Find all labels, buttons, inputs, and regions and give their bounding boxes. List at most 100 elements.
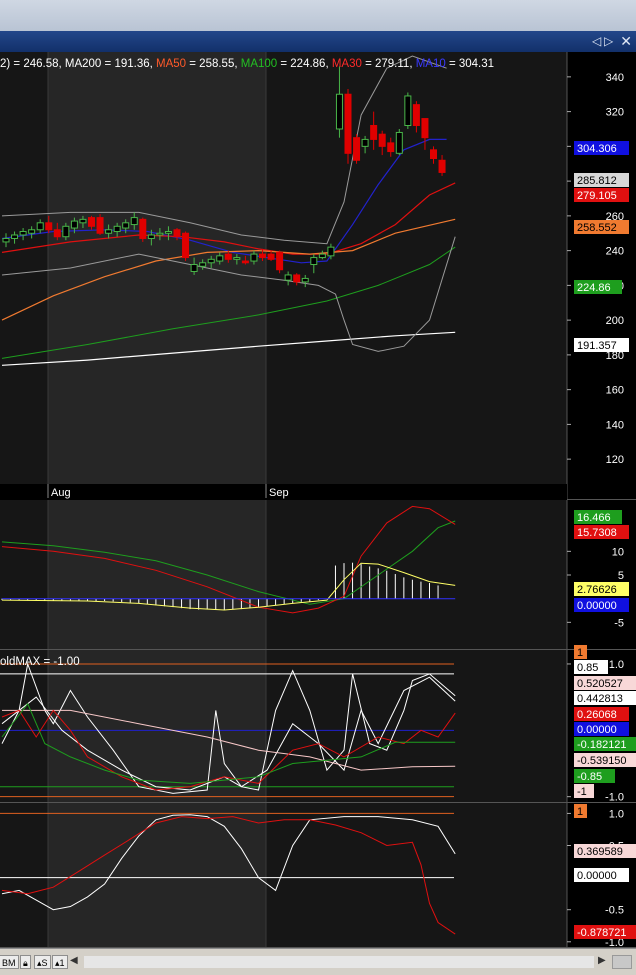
candle-body: [267, 253, 275, 260]
y-tick-label: 240: [606, 246, 624, 258]
panel-price: 340320300280260240220200180160140120: [0, 52, 636, 500]
lock-icon[interactable]: 🔒︎: [20, 955, 31, 969]
close-icon[interactable]: ✕: [620, 33, 632, 50]
candle-body: [53, 229, 61, 238]
legend-segment: MA10: [416, 58, 446, 70]
legend-segment: 2) = 246.58, MA200 = 191.36,: [0, 58, 156, 70]
month-shade: [48, 500, 266, 650]
candle-body: [79, 218, 87, 224]
value-badge-text: 1: [577, 647, 583, 659]
candle-body: [28, 229, 36, 234]
candle-body: [233, 257, 241, 260]
value-badge-text: 16.466: [577, 512, 611, 524]
value-badge: 279.105: [574, 188, 629, 202]
value-badge-text: -0.85: [577, 771, 602, 783]
nav-left-icon[interactable]: ◁: [592, 34, 601, 48]
value-badge-text: 0.520527: [577, 678, 623, 690]
candle-body: [318, 253, 326, 259]
candle-body: [421, 118, 429, 139]
value-badge: 0.520527: [574, 676, 636, 690]
candle-body: [45, 222, 53, 231]
candle-body: [353, 137, 361, 161]
value-badge: 0.00000: [574, 868, 629, 882]
x-tick-label: Sep: [269, 487, 289, 499]
value-badge: 285.812: [574, 173, 629, 187]
candle-body: [147, 234, 155, 239]
y-tick-label: 1.0: [609, 808, 624, 820]
candle-body: [19, 231, 27, 236]
value-badge-text: 304.306: [577, 143, 617, 155]
value-badge: 0.442813: [574, 691, 636, 705]
candle-body: [11, 234, 19, 239]
candle-body: [430, 149, 437, 160]
candle-body: [412, 104, 420, 127]
candle-body: [310, 257, 318, 266]
value-badge-text: 279.105: [577, 190, 617, 202]
x-tick-label: Aug: [51, 487, 71, 499]
candle-body: [96, 217, 104, 234]
value-badge: -1: [574, 784, 594, 798]
value-badge-text: -0.539150: [577, 755, 627, 767]
candle-body: [327, 246, 335, 257]
y-tick-label: 200: [606, 315, 624, 327]
value-badge: 15.7308: [574, 525, 629, 539]
value-badge: 224.86: [574, 280, 622, 294]
value-badge: 2.76626: [574, 582, 629, 596]
value-badge: -0.878721: [574, 925, 636, 939]
y-tick-label: 120: [606, 454, 624, 466]
y-tick-label: 320: [606, 107, 624, 119]
value-badge-text: -1: [577, 786, 587, 798]
y-tick-label: -5: [614, 617, 624, 629]
candle-body: [105, 229, 113, 234]
value-badge: 304.306: [574, 141, 629, 155]
value-badge-text: -0.878721: [577, 927, 627, 939]
horizontal-scrollbar[interactable]: [84, 956, 594, 968]
candle-body: [190, 264, 198, 272]
value-badge-text: 0.369589: [577, 846, 623, 858]
month-shade: [48, 803, 266, 948]
value-badge-text: 2.76626: [577, 584, 617, 596]
candle-body: [216, 255, 224, 262]
legend-segment: MA50: [156, 58, 186, 70]
nav-right-icon[interactable]: ▷: [604, 34, 613, 48]
value-badge-text: 224.86: [577, 282, 611, 294]
panel-macd: 10 5 -5: [0, 500, 636, 650]
legend-segment: = 258.55,: [186, 58, 241, 70]
panel-corr: 1.00.5-0.5-1.0: [0, 803, 636, 948]
chart-header-bar: [0, 31, 636, 52]
value-badge-text: -0.182121: [577, 739, 627, 751]
panel-osc: 1.0 -1.0: [0, 650, 636, 804]
value-badge-text: 0.00000: [577, 870, 617, 882]
candle-body: [199, 262, 207, 267]
candle-body: [404, 95, 412, 127]
candle-body: [361, 138, 369, 147]
candle-body: [438, 159, 446, 173]
candle-body: [378, 133, 386, 147]
sheet-tab[interactable]: BM: [0, 955, 19, 969]
scroll-right-icon[interactable]: ▶: [598, 955, 606, 966]
value-badge-text: 0.00000: [577, 600, 617, 612]
candle-body: [259, 253, 266, 259]
sheet-tab-1[interactable]: ▴1: [52, 955, 68, 969]
sheet-tab-s[interactable]: ▴S: [34, 955, 51, 969]
y-tick-label: 140: [606, 419, 624, 431]
value-badge: -0.182121: [574, 737, 636, 751]
scroll-thumb[interactable]: [612, 955, 632, 969]
legend-segment: = 304.31: [446, 58, 494, 70]
scroll-left-icon[interactable]: ◀: [70, 955, 78, 966]
y-tick-label: 340: [606, 72, 624, 84]
candle-body: [387, 142, 395, 153]
candle-body: [224, 253, 232, 260]
month-shade: [48, 650, 266, 803]
value-badge-text: 0.26068: [577, 709, 617, 721]
stock-chart: 340320300280260240220200180160140120105-…: [0, 52, 636, 948]
candle-body: [335, 93, 343, 130]
candle-body: [164, 231, 172, 234]
legend-segment: oldMAX = -1.00: [0, 656, 80, 668]
candle-body: [173, 229, 181, 238]
candle-body: [293, 274, 301, 283]
candle-body: [139, 218, 147, 239]
bottom-toolbar: BM 🔒︎ ▴S ▴1 ◀ ▶: [0, 948, 636, 975]
candle-body: [70, 220, 78, 229]
candle-body: [36, 222, 44, 231]
